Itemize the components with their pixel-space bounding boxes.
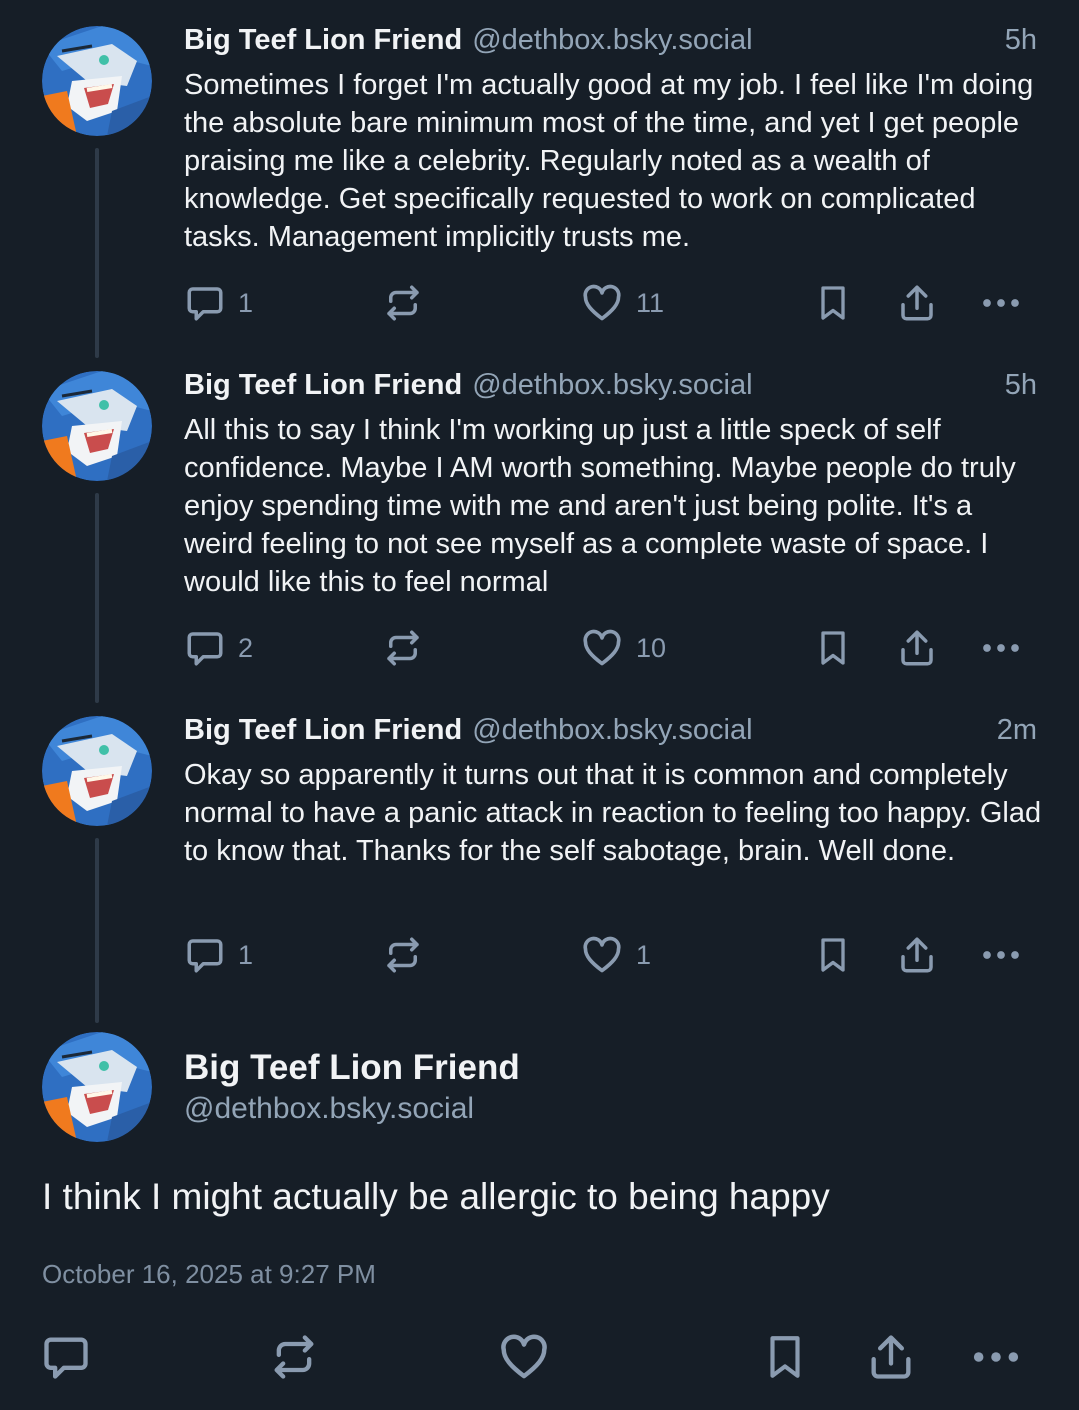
reply-icon [184,627,226,669]
reply-count: 2 [238,632,254,663]
like-count: 10 [636,632,667,663]
bookmark-button[interactable] [760,1330,810,1384]
more-options-button[interactable] [970,1330,1022,1384]
author-name[interactable]: Big Teef Lion Friend [184,369,462,402]
thread-post[interactable]: Big Teef Lion Friend @dethbox.bsky.socia… [0,24,1079,344]
share-button[interactable] [896,623,938,673]
author-handle[interactable]: @dethbox.bsky.social [472,714,752,747]
post-actions: 1 11 [0,278,1079,328]
ellipsis-icon [980,627,1022,669]
post-time[interactable]: 2m [997,714,1037,747]
share-icon [896,934,938,976]
like-count: 11 [636,287,665,318]
share-icon [865,1331,917,1383]
bookmark-icon [813,628,853,668]
more-options-button[interactable] [980,623,1022,673]
post-text: All this to say I think I'm working up j… [184,414,1016,598]
reply-count: 1 [238,939,254,970]
post-text: Okay so apparently it turns out that it … [184,759,1042,867]
main-post-avatar[interactable] [42,1032,152,1142]
repost-icon [382,282,424,324]
like-count: 1 [636,939,652,970]
like-button[interactable]: 1 [580,930,651,980]
more-options-button[interactable] [980,278,1022,328]
author-name[interactable]: Big Teef Lion Friend [184,714,462,747]
thread-post[interactable]: Big Teef Lion Friend @dethbox.bsky.socia… [0,714,1079,1004]
share-button[interactable] [896,930,938,980]
post-header: Big Teef Lion Friend @dethbox.bsky.socia… [184,369,1037,409]
reply-icon [184,282,226,324]
bookmark-button[interactable] [813,278,853,328]
repost-button[interactable] [382,278,424,328]
like-button[interactable]: 10 [580,623,666,673]
avatar[interactable] [42,716,152,826]
repost-icon [382,934,424,976]
bookmark-button[interactable] [813,930,853,980]
ellipsis-icon [980,282,1022,324]
author-handle[interactable]: @dethbox.bsky.social [472,24,752,57]
reply-button[interactable]: 1 [184,278,253,328]
repost-button[interactable] [382,930,424,980]
like-button[interactable]: 11 [580,278,664,328]
reply-count: 1 [238,287,254,318]
main-post-author-name[interactable]: Big Teef Lion Friend [184,1048,520,1088]
author-handle[interactable]: @dethbox.bsky.social [472,369,752,402]
heart-icon [580,281,624,325]
author-name[interactable]: Big Teef Lion Friend [184,24,462,57]
post-actions: 2 10 [0,623,1079,673]
bookmark-icon [813,935,853,975]
reply-icon [184,934,226,976]
repost-button[interactable] [268,1330,320,1384]
reply-button[interactable]: 1 [184,930,253,980]
post-time[interactable]: 5h [1005,369,1037,402]
post-header: Big Teef Lion Friend @dethbox.bsky.socia… [184,24,1037,64]
repost-icon [268,1331,320,1383]
post-actions: 1 1 [0,930,1079,980]
share-icon [896,282,938,324]
post-header: Big Teef Lion Friend @dethbox.bsky.socia… [184,714,1037,754]
share-button[interactable] [865,1330,917,1384]
post-text: Sometimes I forget I'm actually good at … [184,69,1034,253]
like-button[interactable] [497,1330,551,1384]
main-post-text: I think I might actually be allergic to … [42,1176,830,1217]
bookmark-icon [760,1332,810,1382]
post-time[interactable]: 5h [1005,24,1037,57]
bookmark-icon [813,283,853,323]
reply-icon [40,1331,92,1383]
reply-button[interactable] [40,1330,92,1384]
ellipsis-icon [970,1331,1022,1383]
heart-icon [580,933,624,977]
main-post-date: October 16, 2025 at 9:27 PM [42,1259,376,1289]
share-button[interactable] [896,278,938,328]
share-icon [896,627,938,669]
heart-icon [580,626,624,670]
repost-icon [382,627,424,669]
avatar[interactable] [42,371,152,481]
bookmark-button[interactable] [813,623,853,673]
reply-button[interactable]: 2 [184,623,253,673]
ellipsis-icon [980,934,1022,976]
main-post-author-handle[interactable]: @dethbox.bsky.social [184,1092,474,1126]
thread-post[interactable]: Big Teef Lion Friend @dethbox.bsky.socia… [0,369,1079,689]
repost-button[interactable] [382,623,424,673]
main-post-actions [0,1330,1079,1384]
more-options-button[interactable] [980,930,1022,980]
heart-icon [497,1330,551,1384]
avatar[interactable] [42,26,152,136]
